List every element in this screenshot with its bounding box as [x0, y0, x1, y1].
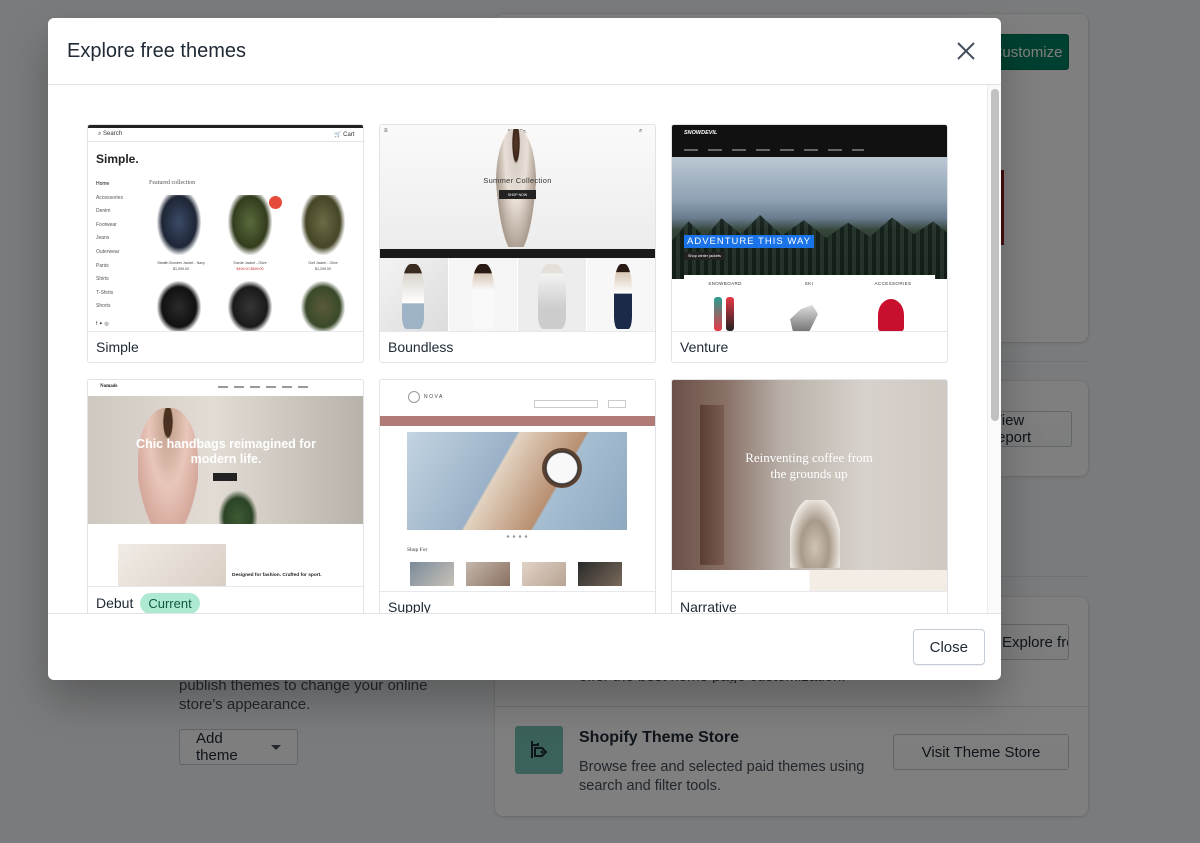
collection-image — [466, 562, 510, 586]
preview-logo: Simple. — [96, 152, 139, 166]
product-price: $1,299.00 — [315, 267, 331, 271]
product-title: Golf Jacket - Olive — [308, 261, 338, 265]
collection-image — [410, 562, 454, 586]
product-image — [228, 195, 272, 255]
sale-badge — [269, 196, 282, 209]
product-image — [614, 264, 632, 329]
theme-preview-simple: ⌕ Search 🛒 Cart Simple. Home Accessories… — [88, 125, 363, 331]
theme-preview-narrative: Reinventing coffee from the grounds up — [672, 380, 947, 591]
theme-name: Venture — [680, 339, 729, 355]
theme-label: Venture — [672, 331, 947, 362]
nav-item: Footwear — [96, 221, 117, 228]
hero-plant — [218, 490, 258, 524]
theme-name: Supply — [388, 599, 431, 613]
theme-preview-debut: Nomads Chic handbags reimagined for mode… — [88, 380, 363, 586]
explore-themes-modal: Explore free themes ⌕ Search 🛒 Cart Simp… — [48, 18, 1001, 680]
theme-card-simple[interactable]: ⌕ Search 🛒 Cart Simple. Home Accessories… — [87, 124, 364, 363]
theme-preview-venture: SNOWDEVIL ADVENTURE THIS WAY Shop winter… — [672, 125, 947, 331]
hero-heading: Summer Collection — [483, 176, 552, 185]
hero-cta: SHOP NOW — [499, 190, 536, 199]
collection-image — [522, 562, 566, 586]
product-image — [878, 299, 904, 331]
product-image — [714, 297, 722, 331]
search-icon: ⌕ Search — [98, 131, 123, 137]
category-label: SNOWBOARD — [708, 281, 742, 286]
nav-item: Pants — [96, 262, 109, 269]
theme-card-narrative[interactable]: Reinventing coffee from the grounds up N… — [671, 379, 948, 613]
nav-item: Home — [96, 181, 110, 187]
theme-preview-boundless: ≡ Nor+Co. ⌕ Summer Collection SHOP NOW — [380, 125, 655, 331]
theme-card-debut[interactable]: Nomads Chic handbags reimagined for mode… — [87, 379, 364, 613]
product-image — [538, 264, 566, 329]
hero-model — [496, 129, 536, 247]
logo-icon — [408, 391, 420, 403]
theme-label: Simple — [88, 331, 363, 362]
search-input — [534, 400, 598, 408]
nav-item: Outerwear — [96, 248, 120, 255]
theme-name: Debut — [96, 595, 134, 611]
theme-label: Boundless — [380, 331, 655, 362]
collection-image — [578, 562, 622, 586]
theme-name: Simple — [96, 339, 139, 355]
section-heading: Shop For — [407, 547, 428, 553]
hero-heading: ADVENTURE THIS WAY — [684, 235, 814, 248]
product-image — [726, 297, 734, 331]
watch-face — [542, 448, 582, 488]
category-label: SKI — [804, 281, 814, 286]
hero-heading: Chic handbags reimagined for modern life… — [136, 437, 316, 466]
search-icon: ⌕ — [639, 128, 643, 134]
coffee-carafe — [790, 500, 840, 568]
nav-item: Denim — [96, 208, 111, 215]
product-image — [472, 264, 494, 329]
preview-logo: SNOWDEVIL — [684, 130, 718, 136]
product-price: $499.00 $699.00 — [236, 267, 264, 271]
product-image — [301, 281, 345, 331]
nav-item: T-Shirts — [96, 289, 114, 296]
modal-footer: Close — [48, 613, 1001, 680]
product-image — [157, 281, 201, 331]
close-icon[interactable] — [950, 35, 982, 67]
product-price: $1,099.00 — [173, 267, 189, 271]
close-button[interactable]: Close — [912, 629, 985, 665]
theme-card-supply[interactable]: NOVA Shop For Supply — [379, 379, 656, 613]
product-image — [228, 281, 272, 331]
scrollbar[interactable] — [987, 85, 1001, 613]
theme-name: Narrative — [680, 599, 737, 613]
nav-item: Accessories — [96, 194, 123, 201]
modal-header: Explore free themes — [48, 18, 1001, 85]
tagline: Designed for fashion. Crafted for sport. — [232, 573, 322, 578]
theme-label: Supply — [380, 591, 655, 613]
product-title: Stealth Bomber Jacket - Navy — [157, 261, 205, 265]
theme-card-venture[interactable]: SNOWDEVIL ADVENTURE THIS WAY Shop winter… — [671, 124, 948, 363]
preview-logo: NOVA — [424, 394, 444, 400]
hero-image — [407, 432, 627, 530]
status-badge: Current — [140, 592, 200, 613]
hero-heading: Reinventing coffee from the grounds up — [745, 450, 873, 481]
hero-cta — [213, 473, 237, 481]
nav-item: Shorts — [96, 303, 111, 310]
scrollbar-thumb[interactable] — [991, 89, 999, 421]
theme-preview-supply: NOVA Shop For — [380, 380, 655, 591]
cart-button — [608, 400, 626, 408]
social-icons: f ✦ ◎ — [96, 321, 109, 327]
coffee-stand — [700, 405, 724, 565]
nav-item: Jeans — [96, 235, 110, 242]
product-title: Suede Jacket - Olive — [233, 261, 267, 265]
cart-icon: 🛒 Cart — [334, 132, 355, 138]
product-image — [301, 195, 345, 255]
theme-name: Boundless — [388, 339, 454, 355]
featured-heading: Featured collection — [149, 180, 196, 186]
theme-label: Debut Current — [88, 586, 363, 613]
theme-card-boundless[interactable]: ≡ Nor+Co. ⌕ Summer Collection SHOP NOW B… — [379, 124, 656, 363]
preview-logo: Nomads — [100, 384, 118, 389]
modal-title: Explore free themes — [67, 39, 246, 62]
theme-label: Narrative — [672, 591, 947, 613]
modal-body: ⌕ Search 🛒 Cart Simple. Home Accessories… — [48, 85, 1001, 613]
category-label: ACCESSORIES — [874, 281, 912, 286]
nav-item: Shirts — [96, 276, 109, 283]
product-image — [157, 195, 201, 255]
product-image — [402, 264, 424, 329]
lifestyle-image — [118, 544, 226, 586]
hero-cta: Shop winter jackets — [684, 252, 725, 260]
